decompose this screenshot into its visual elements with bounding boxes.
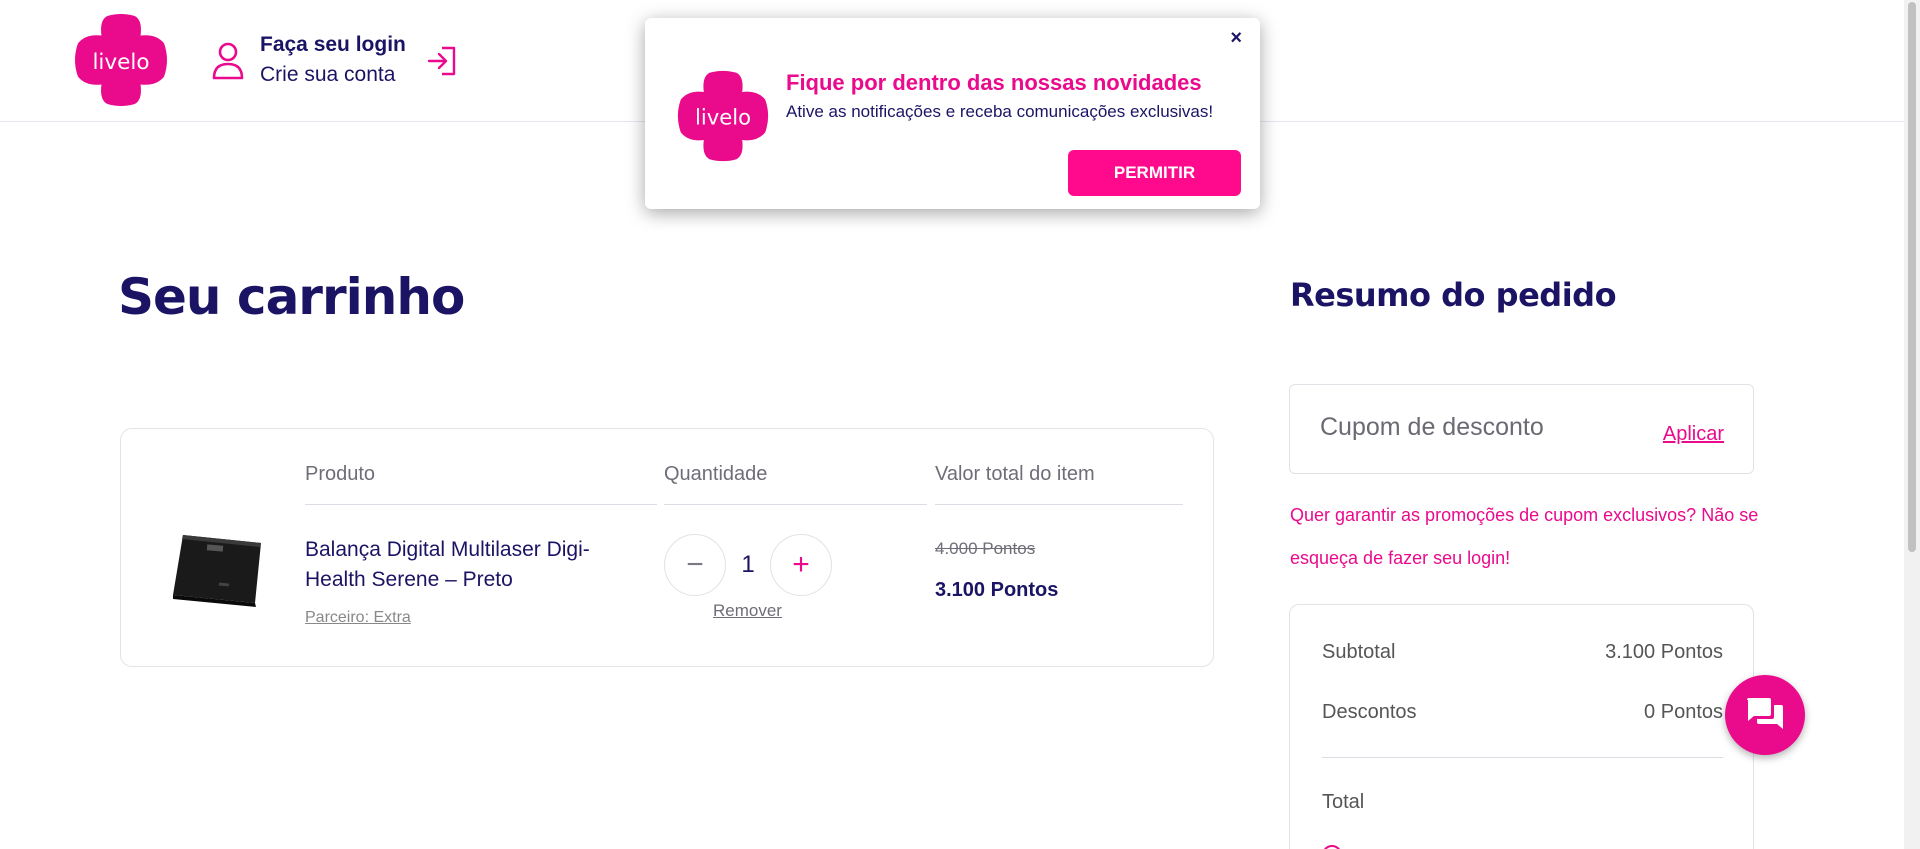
logo-text: livelo — [92, 50, 149, 75]
discounts-row: Descontos 0 Pontos — [1322, 701, 1723, 724]
decrease-quantity-button[interactable]: − — [664, 534, 726, 596]
total-row: Total — [1322, 791, 1723, 814]
quantity-value: 1 — [741, 551, 755, 578]
remove-item-link[interactable]: Remover — [713, 601, 782, 621]
apply-coupon-link[interactable]: Aplicar — [1663, 423, 1724, 446]
login-arrow-icon — [427, 46, 456, 76]
coupon-box: Aplicar — [1289, 384, 1754, 474]
product-partner[interactable]: Parceiro: Extra — [305, 609, 411, 627]
original-price: 4.000 Pontos — [935, 539, 1036, 558]
column-header-product: Produto — [305, 463, 657, 505]
popup-logo-text: livelo — [695, 105, 751, 130]
allow-notifications-button[interactable]: PERMITIR — [1068, 150, 1241, 196]
discounts-label: Descontos — [1322, 701, 1417, 723]
item-price: 3.100 Pontos — [935, 579, 1059, 601]
chat-icon — [1747, 698, 1783, 729]
coupon-promo-message: Quer garantir as promoções de cupom excl… — [1290, 505, 1759, 568]
login-link[interactable]: Faça seu login Crie sua conta — [210, 30, 458, 90]
page-scrollbar[interactable] — [1904, 0, 1920, 849]
page-title: Seu carrinho — [118, 268, 465, 326]
subtotal-value: 3.100 Pontos — [1605, 641, 1723, 663]
total-label: Total — [1322, 791, 1365, 813]
popup-text: Ative as notificações e receba comunicaç… — [786, 102, 1214, 121]
notification-popup: × livelo Fique por dentro das nossas nov… — [645, 18, 1260, 209]
scrollbar-thumb[interactable] — [1908, 2, 1916, 552]
coupon-input[interactable] — [1320, 413, 1620, 442]
totals-divider — [1322, 757, 1723, 758]
column-header-quantity: Quantidade — [664, 463, 927, 505]
create-account-link[interactable]: Crie sua conta — [260, 60, 406, 90]
popup-livelo-logo: livelo — [677, 70, 769, 162]
subtotal-label: Subtotal — [1322, 641, 1396, 663]
product-image[interactable] — [161, 523, 271, 611]
close-icon[interactable]: × — [1230, 28, 1242, 48]
discounts-value: 0 Pontos — [1644, 701, 1723, 723]
product-name[interactable]: Balança Digital Multilaser Digi-Health S… — [305, 535, 635, 595]
summary-title: Resumo do pedido — [1290, 276, 1617, 314]
total-indicator — [1322, 845, 1342, 849]
subtotal-row: Subtotal 3.100 Pontos — [1322, 641, 1723, 664]
column-header-value: Valor total do item — [935, 463, 1183, 505]
increase-quantity-button[interactable]: + — [770, 534, 832, 596]
login-title[interactable]: Faça seu login — [260, 30, 406, 60]
livelo-logo[interactable]: livelo — [72, 14, 170, 106]
order-totals: Subtotal 3.100 Pontos Descontos 0 Pontos… — [1289, 604, 1754, 849]
chat-button[interactable] — [1725, 675, 1805, 755]
popup-title: Fique por dentro das nossas novidades — [786, 70, 1202, 95]
user-icon — [212, 42, 244, 80]
cart-items-card: Produto Quantidade Valor total do item B… — [120, 428, 1214, 667]
